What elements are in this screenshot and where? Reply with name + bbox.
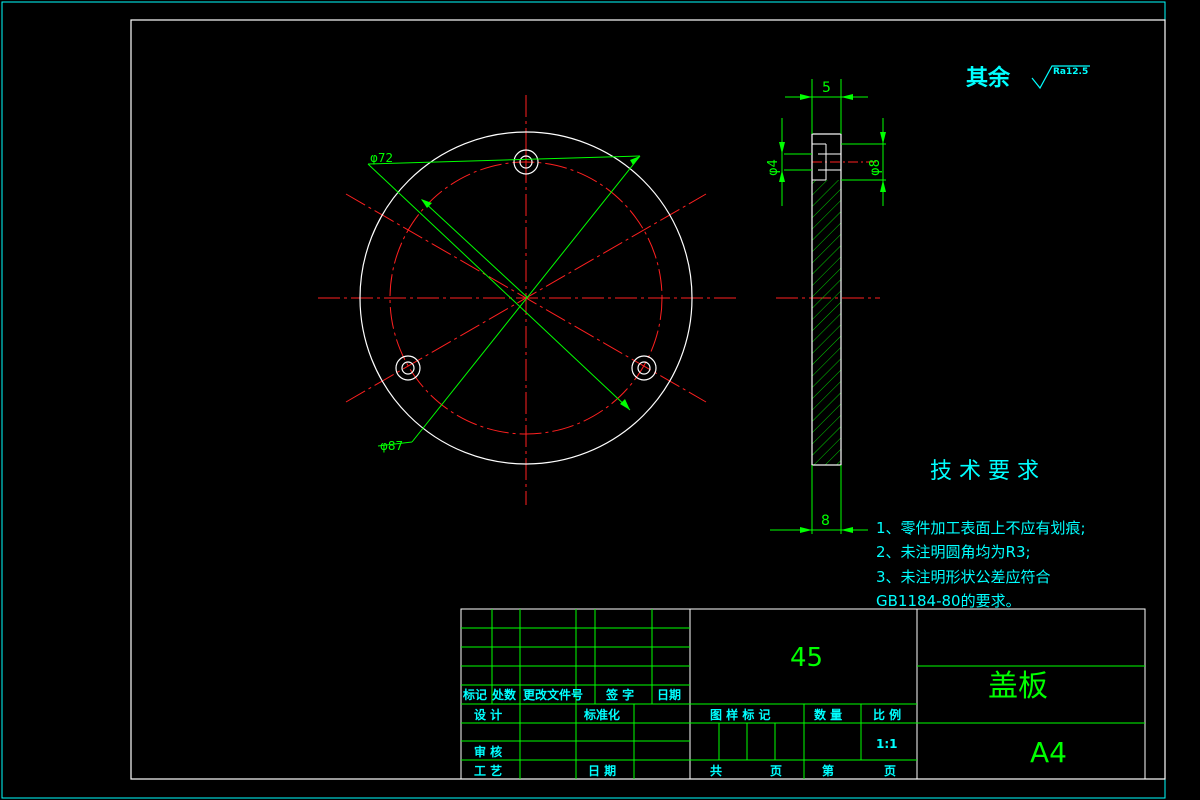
tech-requirement-4: GB1184-80的要求。 — [876, 592, 1021, 610]
hole-right-inner — [637, 361, 651, 375]
design-label: 设 计 — [474, 707, 502, 722]
material-value: 45 — [790, 643, 823, 673]
front-view: φ72 φ87 — [318, 95, 736, 505]
tech-requirement-2: 2、未注明圆角均为R3; — [876, 543, 1031, 561]
standardize-label: 标准化 — [583, 707, 620, 722]
header-date: 日期 — [657, 687, 681, 702]
surface-finish-note: 其余 Ra12.5 — [966, 65, 1090, 91]
hole-diameter-dimension: φ4 — [766, 159, 781, 176]
page-label: 第 — [822, 763, 834, 778]
hole-left — [395, 355, 421, 381]
process-label: 工 艺 — [474, 763, 502, 778]
roughness-value: Ra12.5 — [1053, 67, 1088, 77]
side-view: 5 φ4 φ8 8 — [766, 79, 886, 534]
quantity-label: 数 量 — [814, 707, 842, 722]
ratio-label: 比 例 — [873, 707, 901, 722]
drawing-canvas: 其余 Ra12.5 φ72 φ87 5 φ4 φ8 8 技 术 要 求 1、零件… — [1, 1, 1166, 799]
tech-requirement-3: 3、未注明形状公差应符合 — [876, 568, 1051, 586]
header-change-doc: 更改文件号 — [523, 687, 583, 702]
scale-value: 1:1 — [876, 737, 898, 751]
outer-diameter-dimension: φ87 — [380, 439, 403, 453]
front-dimension-arrows — [421, 156, 640, 410]
header-signature: 签 字 — [605, 687, 634, 702]
hole-right — [631, 355, 657, 381]
header-count: 处数 — [491, 687, 517, 702]
total-label: 共 — [710, 763, 722, 778]
counterbore-diameter-dimension: φ8 — [868, 159, 883, 176]
section-hatching — [812, 180, 841, 465]
sheet-label: 页 — [770, 764, 782, 778]
surface-finish-prefix: 其余 — [966, 65, 1011, 91]
tech-requirements-title: 技 术 要 求 — [930, 459, 1039, 484]
tech-requirement-1: 1、零件加工表面上不应有划痕; — [876, 519, 1086, 537]
inner-frame — [130, 19, 1166, 780]
drawing-mark-label: 图 样 标 记 — [710, 707, 771, 722]
bolt-circle-dimension: φ72 — [370, 151, 393, 165]
tech-requirements: 技 术 要 求 1、零件加工表面上不应有划痕; 2、未注明圆角均为R3; 3、未… — [876, 459, 1086, 610]
header-mark: 标记 — [462, 687, 487, 702]
thickness-dimension: 8 — [821, 513, 830, 529]
hole-left-inner — [401, 361, 415, 375]
front-dimension-lines — [367, 155, 641, 447]
sheet-size: A4 — [1030, 736, 1067, 769]
part-name: 盖板 — [988, 669, 1048, 704]
review-label: 审 核 — [474, 744, 502, 759]
page-label-2: 页 — [884, 764, 896, 778]
date-label: 日 期 — [588, 763, 616, 778]
title-block: 标记 处数 更改文件号 签 字 日期 设 计 标准化 审 核 工 艺 日 期 4… — [460, 608, 1146, 780]
top-width-dimension: 5 — [822, 80, 831, 96]
